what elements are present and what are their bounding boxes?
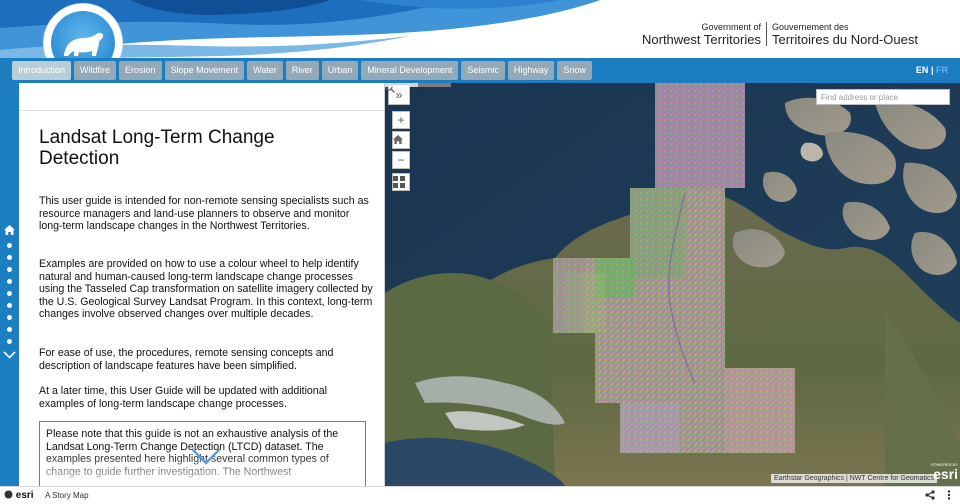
esri-footer-logo[interactable]: esri: [4, 490, 34, 501]
gov-en-small: Government of: [701, 22, 761, 32]
map-view[interactable]: » + − Find address or place Earthstar Ge: [385, 83, 960, 486]
tab-slope-movement[interactable]: Slope Movement: [164, 61, 245, 80]
scroll-down-chevron-icon[interactable]: [191, 448, 221, 466]
zoom-out-button[interactable]: −: [392, 151, 410, 169]
rail-dot[interactable]: [7, 303, 12, 308]
map-attribution: Earthstar Geographics | NWT Centre for G…: [770, 474, 937, 483]
home-icon[interactable]: [4, 225, 15, 235]
gov-en-big: Northwest Territories: [642, 32, 761, 47]
section-tabs: Introduction Wildfire Erosion Slope Move…: [12, 61, 592, 80]
esri-logo[interactable]: POWERED BY esri: [926, 462, 958, 482]
government-name-divider: [766, 22, 767, 46]
rail-dot[interactable]: [7, 339, 12, 344]
tab-highway[interactable]: Highway: [507, 61, 555, 80]
tab-erosion[interactable]: Erosion: [119, 61, 162, 80]
tab-wildfire[interactable]: Wildfire: [74, 61, 117, 80]
rail-dot[interactable]: [7, 279, 12, 284]
map-search-input[interactable]: Find address or place: [816, 89, 950, 105]
tab-river[interactable]: River: [285, 61, 319, 80]
tab-water[interactable]: Water: [247, 61, 283, 80]
rail-dot[interactable]: [7, 327, 12, 332]
lang-separator: |: [930, 65, 934, 75]
rail-dot[interactable]: [7, 243, 12, 248]
footer-brand: esri: [15, 490, 34, 501]
home-icon: [393, 135, 403, 144]
government-name-english: Government of Northwest Territories: [642, 22, 761, 47]
more-options-icon[interactable]: [944, 490, 954, 500]
gov-fr-big: Territoires du Nord-Ouest: [772, 32, 918, 47]
language-switcher: EN | FR: [916, 65, 948, 75]
lang-fr-link[interactable]: FR: [936, 65, 948, 75]
home-extent-button[interactable]: [392, 131, 410, 149]
rail-dot[interactable]: [7, 255, 12, 260]
rail-dot[interactable]: [7, 291, 12, 296]
gov-fr-small: Gouvernement des: [772, 22, 849, 32]
zoom-in-button[interactable]: +: [392, 111, 410, 129]
tab-urban[interactable]: Urban: [321, 61, 359, 80]
rail-dot[interactable]: [7, 267, 12, 272]
basemap-gallery-button[interactable]: [392, 173, 410, 191]
rail-dot[interactable]: [7, 315, 12, 320]
footer-bar: esri A Story Map: [0, 486, 960, 504]
page-title: Landsat Long-Term Change Detection: [39, 127, 275, 169]
update-paragraph: At a later time, this User Guide will be…: [39, 385, 327, 410]
satellite-basemap: [385, 83, 960, 486]
story-map-label: A Story Map: [45, 491, 89, 500]
intro-paragraph: This user guide is intended for non-remo…: [39, 195, 369, 233]
government-name-french: Gouvernement des Territoires du Nord-Oue…: [772, 22, 918, 47]
lang-en-link[interactable]: EN: [916, 65, 929, 75]
share-controls: [925, 490, 954, 503]
tab-introduction[interactable]: Introduction: [12, 61, 72, 80]
tab-snow[interactable]: Snow: [557, 61, 592, 80]
methods-paragraph: Examples are provided on how to use a co…: [39, 258, 373, 321]
globe-icon: [4, 490, 13, 499]
header-banner: Government of Northwest Territories Gouv…: [0, 0, 960, 58]
section-navigation-bar: Introduction Wildfire Erosion Slope Move…: [0, 58, 960, 83]
simplification-paragraph: For ease of use, the procedures, remote …: [39, 347, 334, 372]
scale-bar: [385, 83, 451, 87]
story-map-app: Government of Northwest Territories Gouv…: [0, 0, 960, 504]
story-progress-rail: [0, 83, 19, 486]
tab-seismic[interactable]: Seismic: [461, 61, 505, 80]
esri-wordmark: esri: [933, 466, 958, 482]
panel-top-divider: [19, 110, 384, 111]
chevron-down-icon[interactable]: [3, 351, 16, 359]
tab-mineral-development[interactable]: Mineral Development: [361, 61, 459, 80]
grid-icon: [393, 176, 405, 188]
polar-bear-icon: [51, 11, 115, 58]
share-icon[interactable]: [925, 490, 935, 500]
story-text-panel: Landsat Long-Term Change Detection This …: [19, 83, 385, 486]
